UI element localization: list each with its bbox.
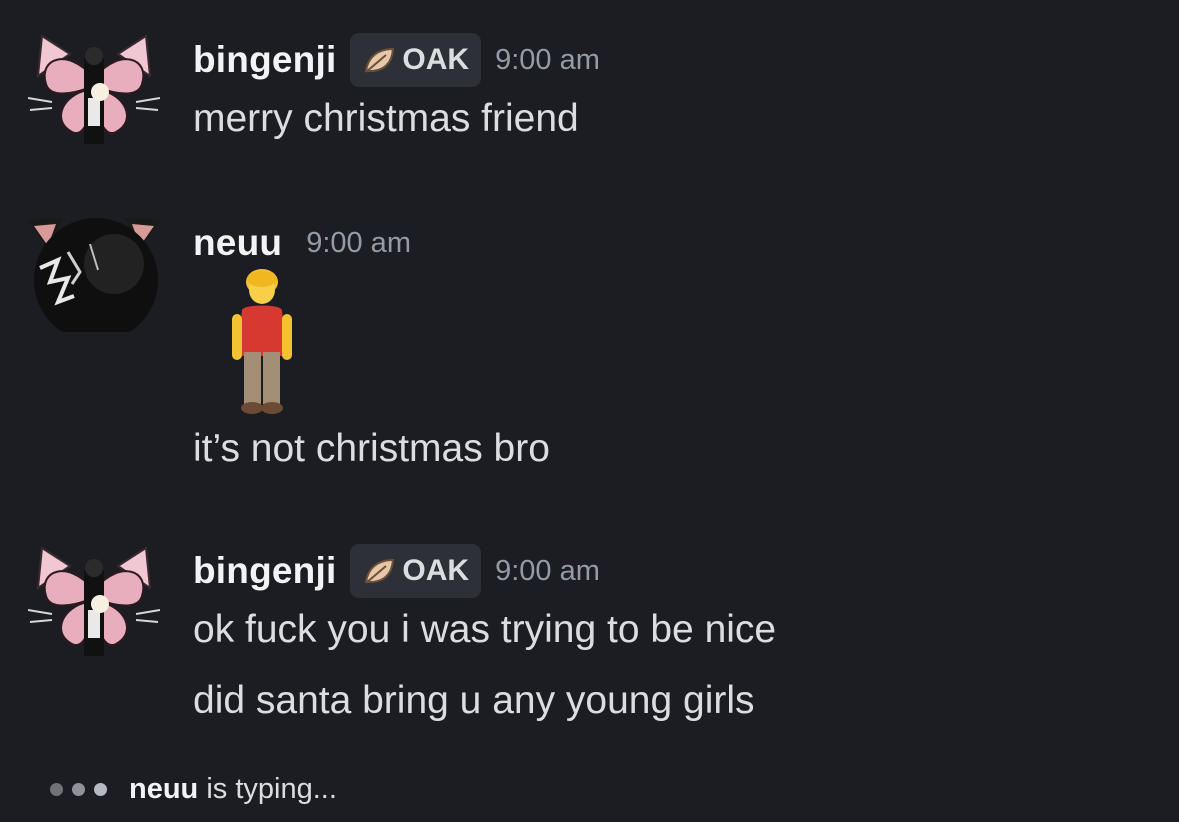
leaf-icon <box>365 558 395 584</box>
avatar[interactable] <box>28 212 160 332</box>
username[interactable]: bingenji <box>193 39 336 81</box>
username[interactable]: neuu <box>193 222 282 264</box>
typing-dot-icon <box>50 782 63 796</box>
message-text: it’s not christmas bro <box>193 427 550 470</box>
leaf-icon <box>365 47 395 73</box>
message-text: did santa bring u any young girls <box>193 679 755 722</box>
badge-label: OAK <box>402 554 470 587</box>
typing-text: neuu is typing... <box>129 773 337 806</box>
message-text: merry christmas friend <box>193 97 579 140</box>
username[interactable]: bingenji <box>193 550 336 592</box>
message-header: bingenji OAK 9:00 am <box>193 543 600 599</box>
butterfly-cat-avatar-icon <box>28 546 160 656</box>
typing-dot-icon <box>72 782 85 796</box>
typing-user: neuu <box>129 772 199 805</box>
typing-dot-icon <box>94 782 107 796</box>
timestamp[interactable]: 9:00 am <box>306 227 411 260</box>
timestamp[interactable]: 9:00 am <box>495 44 600 77</box>
typing-suffix: is typing... <box>198 772 337 805</box>
timestamp[interactable]: 9:00 am <box>495 555 600 588</box>
guild-tag-badge[interactable]: OAK <box>350 544 482 598</box>
dark-cat-avatar-icon <box>28 218 160 332</box>
message-header: neuu 9:00 am <box>193 215 411 271</box>
badge-label: OAK <box>402 43 470 76</box>
guild-tag-badge[interactable]: OAK <box>350 33 482 87</box>
typing-indicator: neuu is typing... <box>50 768 337 810</box>
man-standing-emoji-icon <box>232 269 292 414</box>
message-text: ok fuck you i was trying to be nice <box>193 608 777 651</box>
avatar[interactable] <box>28 28 160 148</box>
butterfly-cat-avatar-icon <box>28 34 160 144</box>
avatar[interactable] <box>28 540 160 660</box>
message-header: bingenji OAK 9:00 am <box>193 32 600 88</box>
